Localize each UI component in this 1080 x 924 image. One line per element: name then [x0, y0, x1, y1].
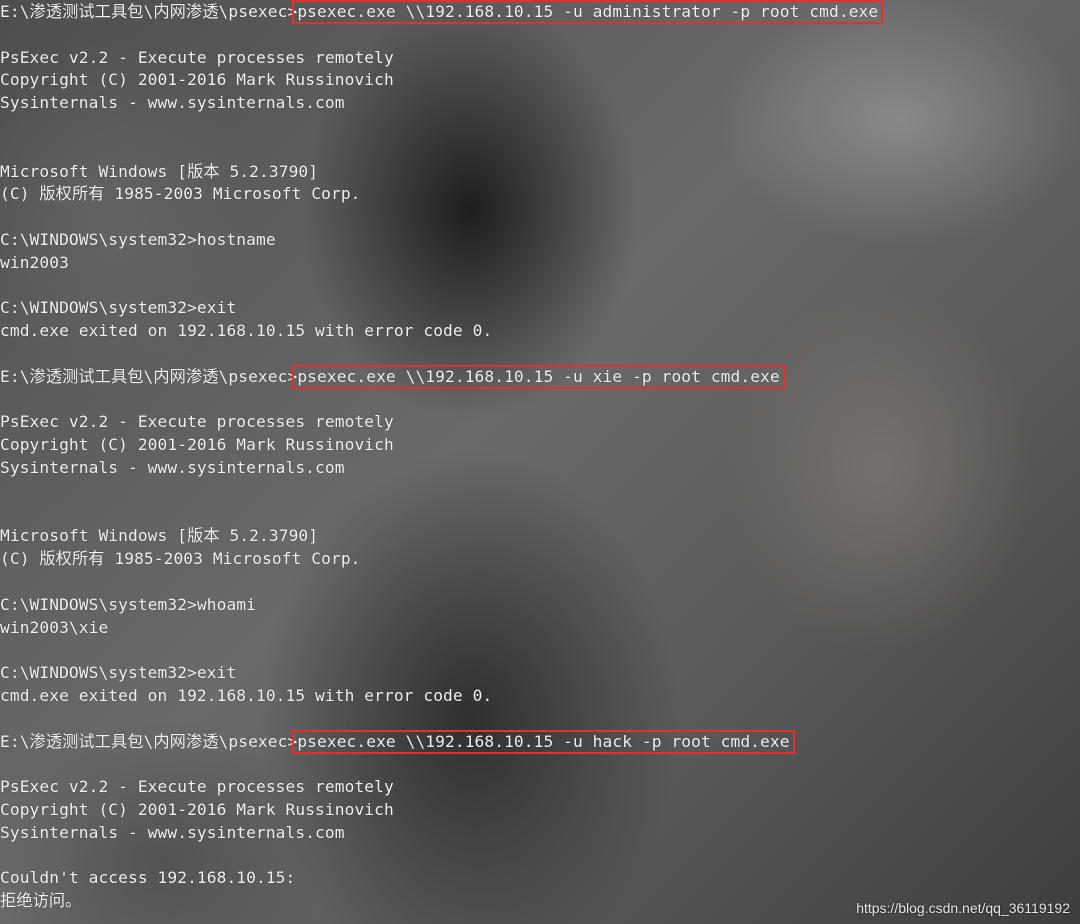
output-line: Microsoft Windows [版本 5.2.3790]: [0, 161, 319, 181]
output-line: Sysinternals - www.sysinternals.com: [0, 822, 345, 842]
terminal-output[interactable]: E:\渗透测试工具包\内网渗透\psexec>psexec.exe \\192.…: [0, 0, 884, 913]
prompt-path: E:\渗透测试工具包\内网渗透\psexec>: [0, 2, 298, 21]
output-line: Copyright (C) 2001-2016 Mark Russinovich: [0, 435, 394, 455]
highlighted-command: psexec.exe \\192.168.10.15 -u hack -p ro…: [292, 729, 795, 754]
output-line: PsExec v2.2 - Execute processes remotely: [0, 777, 394, 797]
output-line: cmd.exe exited on 192.168.10.15 with err…: [0, 321, 493, 341]
output-line: Microsoft Windows [版本 5.2.3790]: [0, 526, 319, 546]
highlighted-command: psexec.exe \\192.168.10.15 -u xie -p roo…: [292, 364, 785, 389]
prompt-path: E:\渗透测试工具包\内网渗透\psexec>: [0, 731, 298, 751]
output-line: C:\WINDOWS\system32>whoami: [0, 594, 256, 614]
output-line: C:\WINDOWS\system32>exit: [0, 663, 237, 683]
output-line: PsExec v2.2 - Execute processes remotely: [0, 412, 394, 432]
output-line: Couldn't access 192.168.10.15:: [0, 868, 296, 888]
output-line: PsExec v2.2 - Execute processes remotely: [0, 47, 394, 67]
highlighted-command: psexec.exe \\192.168.10.15 -u administra…: [292, 0, 884, 24]
output-line: (C) 版权所有 1985-2003 Microsoft Corp.: [0, 184, 361, 204]
output-line: (C) 版权所有 1985-2003 Microsoft Corp.: [0, 549, 361, 569]
output-line: 拒绝访问。: [0, 891, 82, 911]
output-line: Copyright (C) 2001-2016 Mark Russinovich: [0, 799, 394, 819]
command-line: E:\渗透测试工具包\内网渗透\psexec>psexec.exe \\192.…: [0, 364, 881, 389]
output-line: Sysinternals - www.sysinternals.com: [0, 457, 345, 477]
output-line: cmd.exe exited on 192.168.10.15 with err…: [0, 685, 493, 705]
output-line: win2003\xie: [0, 617, 109, 637]
prompt-path: E:\渗透测试工具包\内网渗透\psexec>: [0, 366, 298, 386]
command-line: E:\渗透测试工具包\内网渗透\psexec>psexec.exe \\192.…: [0, 729, 881, 754]
output-line: C:\WINDOWS\system32>exit: [0, 298, 237, 318]
output-line: Copyright (C) 2001-2016 Mark Russinovich: [0, 70, 394, 90]
watermark: https://blog.csdn.net/qq_36119192: [856, 900, 1070, 916]
output-line: Sysinternals - www.sysinternals.com: [0, 93, 345, 113]
command-line: E:\渗透测试工具包\内网渗透\psexec>psexec.exe \\192.…: [0, 0, 884, 24]
output-line: C:\WINDOWS\system32>hostname: [0, 229, 276, 249]
output-line: win2003: [0, 252, 69, 272]
